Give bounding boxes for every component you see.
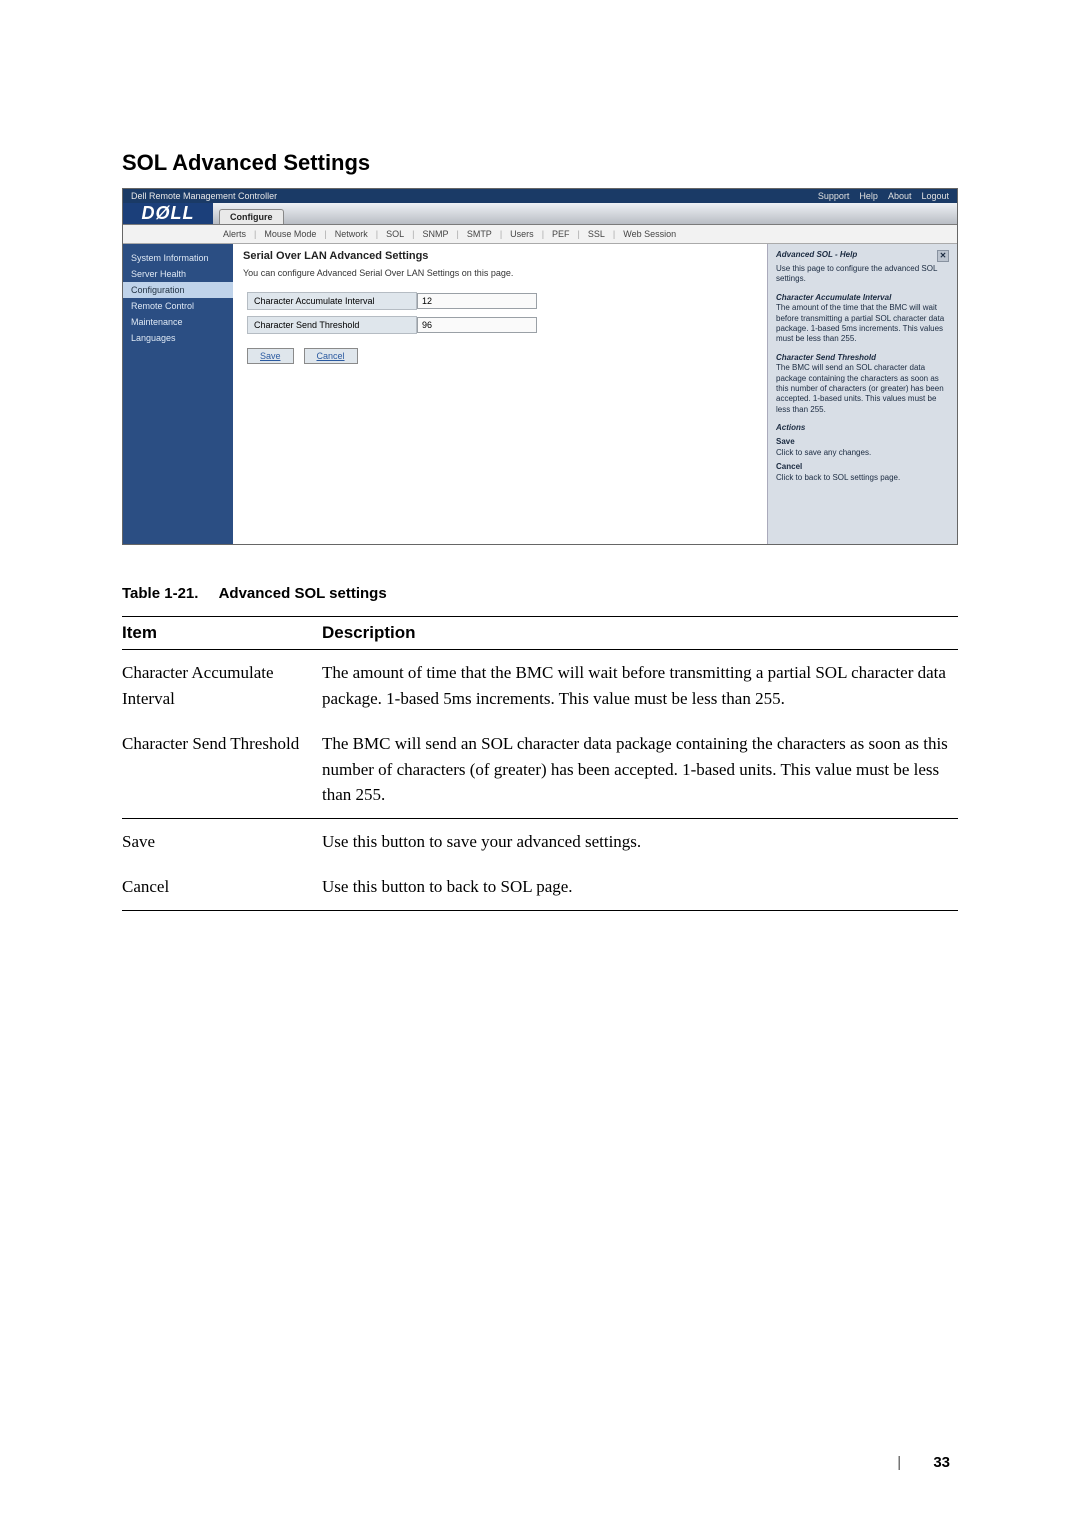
cell-desc: The amount of time that the BMC will wai… (322, 650, 958, 722)
help-save-head: Save (776, 437, 949, 447)
link-logout[interactable]: Logout (921, 191, 949, 201)
doc-table: Item Description Character Accumulate In… (122, 616, 958, 911)
subtab-alerts[interactable]: Alerts (223, 229, 246, 239)
window-title: Dell Remote Management Controller (131, 191, 277, 201)
subtab-ssl[interactable]: SSL (588, 229, 605, 239)
section-title: SOL Advanced Settings (122, 150, 958, 176)
help-cancel-body: Click to back to SOL settings page. (776, 473, 949, 483)
content-desc: You can configure Advanced Serial Over L… (243, 268, 757, 278)
tab-configure[interactable]: Configure (219, 209, 284, 224)
sub-tabs: Alerts| Mouse Mode| Network| SOL| SNMP| … (123, 225, 957, 244)
cell-item: Save (122, 818, 322, 864)
help-intro: Use this page to configure the advanced … (776, 264, 949, 285)
sidebar-item-system-information[interactable]: System Information (123, 250, 233, 266)
help-sec1-body: The amount of the time that the BMC will… (776, 303, 949, 345)
subtab-smtp[interactable]: SMTP (467, 229, 492, 239)
top-links: Support Help About Logout (818, 191, 949, 201)
table-row: Character Accumulate Interval The amount… (122, 650, 958, 722)
subtab-users[interactable]: Users (510, 229, 534, 239)
link-about[interactable]: About (888, 191, 912, 201)
help-panel: Advanced SOL - Help ✕ Use this page to c… (767, 244, 957, 544)
subtab-pef[interactable]: PEF (552, 229, 570, 239)
label-char-acc-interval: Character Accumulate Interval (247, 292, 417, 310)
help-close-icon[interactable]: ✕ (937, 250, 949, 262)
input-char-acc-interval[interactable] (417, 293, 537, 309)
table-row: Character Send Threshold The BMC will se… (122, 721, 958, 818)
page-footer: | 33 (897, 1454, 950, 1471)
table-row: Cancel Use this button to back to SOL pa… (122, 864, 958, 910)
help-sec2-head: Character Send Threshold (776, 353, 949, 363)
footer-divider: | (897, 1454, 901, 1471)
subtab-web-session[interactable]: Web Session (623, 229, 676, 239)
help-save-body: Click to save any changes. (776, 448, 949, 458)
cell-desc: Use this button to back to SOL page. (322, 864, 958, 910)
help-title-text: Advanced SOL - Help (776, 250, 857, 262)
content-heading: Serial Over LAN Advanced Settings (243, 250, 757, 262)
th-item: Item (122, 617, 322, 650)
cell-item: Character Send Threshold (122, 721, 322, 818)
help-sec2-body: The BMC will send an SOL character data … (776, 363, 949, 415)
link-support[interactable]: Support (818, 191, 850, 201)
table-caption-title: Advanced SOL settings (219, 585, 387, 602)
sidebar-item-configuration[interactable]: Configuration (123, 282, 233, 298)
sidebar-item-languages[interactable]: Languages (123, 330, 233, 346)
help-sec1-head: Character Accumulate Interval (776, 293, 949, 303)
row-char-send-threshold: Character Send Threshold (247, 316, 757, 334)
brand-row: DØLL Configure (123, 203, 957, 225)
window-titlebar: Dell Remote Management Controller Suppor… (123, 189, 957, 203)
input-char-send-threshold[interactable] (417, 317, 537, 333)
content-area: Serial Over LAN Advanced Settings You ca… (233, 244, 767, 544)
cell-desc: The BMC will send an SOL character data … (322, 721, 958, 818)
label-char-send-threshold: Character Send Threshold (247, 316, 417, 334)
table-caption: Table 1-21. Advanced SOL settings (122, 585, 958, 602)
page-number: 33 (933, 1454, 950, 1471)
subtab-network[interactable]: Network (335, 229, 368, 239)
subtab-sol[interactable]: SOL (386, 229, 404, 239)
save-button[interactable]: Save (247, 348, 294, 364)
dell-logo: DØLL (123, 203, 213, 224)
th-description: Description (322, 617, 958, 650)
subtab-mouse-mode[interactable]: Mouse Mode (264, 229, 316, 239)
sidebar-item-remote-control[interactable]: Remote Control (123, 298, 233, 314)
cancel-button[interactable]: Cancel (304, 348, 358, 364)
app-screenshot: Dell Remote Management Controller Suppor… (122, 188, 958, 545)
help-cancel-head: Cancel (776, 462, 949, 472)
sidebar-item-maintenance[interactable]: Maintenance (123, 314, 233, 330)
sidebar: System Information Server Health Configu… (123, 244, 233, 544)
table-caption-num: Table 1-21. (122, 585, 198, 602)
subtab-snmp[interactable]: SNMP (422, 229, 448, 239)
cell-item: Character Accumulate Interval (122, 650, 322, 722)
sidebar-item-server-health[interactable]: Server Health (123, 266, 233, 282)
cell-desc: Use this button to save your advanced se… (322, 818, 958, 864)
row-char-acc-interval: Character Accumulate Interval (247, 292, 757, 310)
main-tabs: Configure (213, 203, 284, 224)
help-actions-head: Actions (776, 423, 949, 433)
link-help[interactable]: Help (859, 191, 878, 201)
cell-item: Cancel (122, 864, 322, 910)
table-row: Save Use this button to save your advanc… (122, 818, 958, 864)
